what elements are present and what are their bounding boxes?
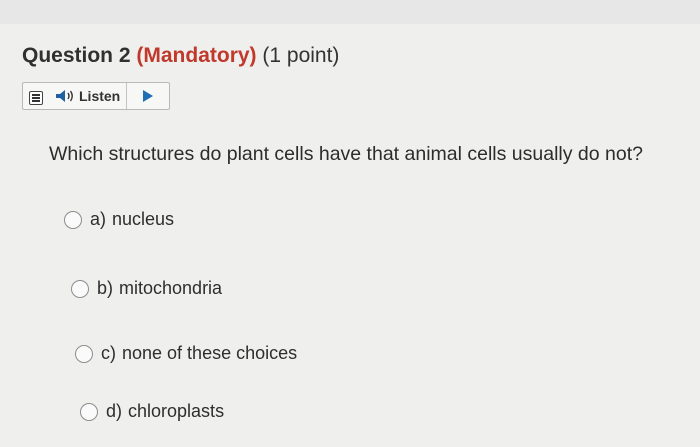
option-a[interactable]: a) nucleus	[64, 209, 174, 230]
radio-button[interactable]	[71, 279, 89, 298]
menu-icon[interactable]	[29, 91, 43, 105]
question-text: Which structures do plant cells have tha…	[49, 143, 643, 165]
question-number: Question 2	[22, 44, 131, 67]
listen-label: Listen	[79, 88, 121, 104]
option-text: mitochondria	[119, 278, 223, 298]
radio-button[interactable]	[64, 210, 82, 229]
option-text: none of these choices	[122, 343, 298, 363]
option-d[interactable]: d) chloroplasts	[80, 401, 224, 422]
mandatory-label: (Mandatory)	[136, 44, 257, 67]
radio-button[interactable]	[80, 402, 98, 421]
listen-button[interactable]: Listen	[47, 83, 128, 109]
option-letter: b)	[97, 278, 114, 298]
option-b[interactable]: b) mitochondria	[71, 278, 222, 299]
listen-toolbar: Listen	[22, 82, 170, 110]
question-header: Question 2 (Mandatory) (1 point)	[22, 44, 339, 68]
option-letter: a)	[90, 209, 107, 229]
play-button[interactable]	[127, 83, 169, 109]
option-letter: d)	[106, 401, 123, 421]
option-text: chloroplasts	[128, 401, 225, 421]
option-text: nucleus	[112, 209, 175, 229]
speaker-icon	[56, 90, 73, 102]
play-icon	[143, 90, 154, 102]
points-label: (1 point)	[262, 44, 340, 67]
top-strip	[0, 0, 700, 24]
radio-button[interactable]	[75, 344, 93, 363]
option-c[interactable]: c) none of these choices	[75, 343, 297, 364]
option-letter: c)	[101, 343, 116, 363]
